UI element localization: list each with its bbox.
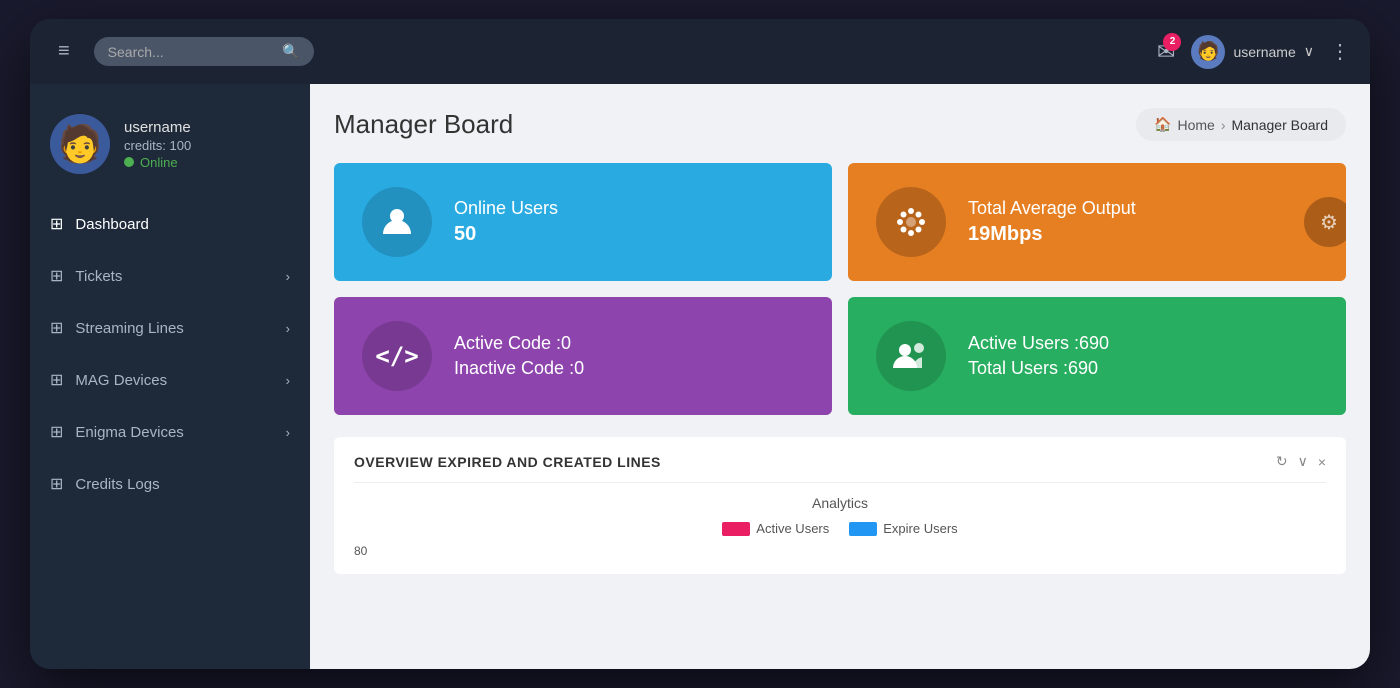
stat-value: Total Users :690 (968, 358, 1109, 379)
user-details: username credits: 100 Online (124, 119, 191, 170)
refresh-button[interactable]: ↻ (1276, 453, 1288, 470)
chevron-down-icon: ∨ (1304, 43, 1314, 60)
more-options-icon[interactable]: ⋮ (1330, 39, 1350, 64)
overview-header: OVERVIEW EXPIRED AND CREATED LINES ↻ ∨ × (354, 453, 1326, 483)
analytics-title: Analytics (354, 495, 1326, 511)
sidebar-item-tickets[interactable]: ⊞ Tickets › (30, 250, 310, 302)
overview-section: OVERVIEW EXPIRED AND CREATED LINES ↻ ∨ ×… (334, 437, 1346, 574)
stat-card-codes: </> Active Code :0 Inactive Code :0 (334, 297, 832, 415)
overview-actions: ↻ ∨ × (1276, 453, 1326, 470)
chart-y-value: 80 (354, 544, 367, 558)
sidebar-item-label: Dashboard (75, 216, 148, 233)
streaming-lines-icon: ⊞ (50, 318, 63, 338)
collapse-button[interactable]: ∨ (1298, 453, 1308, 470)
breadcrumb: 🏠 Home › Manager Board (1136, 108, 1346, 141)
username-label: username (1233, 44, 1295, 60)
settings-icon (893, 204, 929, 240)
dashboard-icon: ⊞ (50, 214, 63, 234)
page-title: Manager Board (334, 109, 513, 140)
stat-value: Inactive Code :0 (454, 358, 584, 379)
status-dot (124, 157, 134, 167)
status-label: Online (140, 155, 178, 170)
stat-card-users: Active Users :690 Total Users :690 (848, 297, 1346, 415)
legend-label-active: Active Users (756, 521, 829, 536)
output-icon-circle (876, 187, 946, 257)
chevron-right-icon: › (286, 321, 290, 336)
chevron-right-icon: › (286, 425, 290, 440)
tickets-icon: ⊞ (50, 266, 63, 286)
chevron-right-icon: › (286, 269, 290, 284)
stat-label: Total Average Output (968, 198, 1136, 219)
user-profile-button[interactable]: 🧑 username ∨ (1191, 35, 1314, 69)
group-icon (891, 338, 931, 374)
stat-label: Active Users :690 (968, 333, 1109, 354)
main-layout: 🧑 username credits: 100 Online ⊞ Dashboa… (30, 84, 1370, 669)
device-frame: ≡ 🔍 ✉ 2 🧑 username ∨ ⋮ 🧑 username (30, 19, 1370, 669)
sidebar-item-mag-devices[interactable]: ⊞ MAG Devices › (30, 354, 310, 406)
legend-label-expire: Expire Users (883, 521, 957, 536)
code-icon-circle: </> (362, 321, 432, 391)
stat-label: Active Code :0 (454, 333, 584, 354)
sidebar-item-streaming-lines[interactable]: ⊞ Streaming Lines › (30, 302, 310, 354)
stat-label: Online Users (454, 198, 558, 219)
legend-swatch-pink (722, 522, 750, 536)
sidebar-item-label: Credits Logs (75, 476, 159, 493)
content-area: Manager Board 🏠 Home › Manager Board (310, 84, 1370, 669)
breadcrumb-home: Home (1177, 117, 1214, 133)
user-status: Online (124, 155, 191, 170)
legend-swatch-blue (849, 522, 877, 536)
avatar: 🧑 (50, 114, 110, 174)
credits-logs-icon: ⊞ (50, 474, 63, 494)
sidebar-item-label: Tickets (75, 268, 122, 285)
chart-legend: Active Users Expire Users (354, 521, 1326, 536)
stat-card-total-output: Total Average Output 19Mbps ⚙ (848, 163, 1346, 281)
overview-title: OVERVIEW EXPIRED AND CREATED LINES (354, 454, 661, 470)
users-icon-circle (876, 321, 946, 391)
stat-value: 50 (454, 223, 558, 246)
stat-info-output: Total Average Output 19Mbps (968, 198, 1136, 246)
mag-devices-icon: ⊞ (50, 370, 63, 390)
sidebar-item-enigma-devices[interactable]: ⊞ Enigma Devices › (30, 406, 310, 458)
sidebar: 🧑 username credits: 100 Online ⊞ Dashboa… (30, 84, 310, 669)
stats-grid: Online Users 50 (334, 163, 1346, 415)
sidebar-item-label: Streaming Lines (75, 320, 183, 337)
stat-info-users: Active Users :690 Total Users :690 (968, 333, 1109, 379)
sidebar-item-credits-logs[interactable]: ⊞ Credits Logs (30, 458, 310, 510)
notification-badge: 2 (1163, 33, 1181, 51)
top-bar-right: ✉ 2 🧑 username ∨ ⋮ (1157, 35, 1350, 69)
legend-item-active: Active Users (722, 521, 829, 536)
chevron-right-icon: › (286, 373, 290, 388)
hamburger-button[interactable]: ≡ (50, 36, 78, 67)
sidebar-nav: ⊞ Dashboard ⊞ Tickets › ⊞ Streaming Line… (30, 198, 310, 510)
sidebar-item-label: MAG Devices (75, 372, 167, 389)
page-header: Manager Board 🏠 Home › Manager Board (334, 108, 1346, 141)
avatar-top: 🧑 (1191, 35, 1225, 69)
analytics-container: Analytics Active Users Expire Users 80 (354, 495, 1326, 558)
sidebar-item-dashboard[interactable]: ⊞ Dashboard (30, 198, 310, 250)
close-button[interactable]: × (1318, 453, 1326, 470)
search-bar: 🔍 (94, 37, 314, 66)
top-bar: ≡ 🔍 ✉ 2 🧑 username ∨ ⋮ (30, 19, 1370, 84)
home-icon: 🏠 (1154, 116, 1171, 133)
legend-item-expire: Expire Users (849, 521, 957, 536)
search-icon: 🔍 (282, 43, 299, 60)
search-input[interactable] (108, 44, 275, 60)
stat-card-online-users: Online Users 50 (334, 163, 832, 281)
user-icon (379, 204, 415, 240)
online-users-icon-circle (362, 187, 432, 257)
enigma-devices-icon: ⊞ (50, 422, 63, 442)
sidebar-username: username (124, 119, 191, 136)
notification-button[interactable]: ✉ 2 (1157, 39, 1175, 65)
breadcrumb-separator: › (1221, 117, 1226, 133)
stat-info-online-users: Online Users 50 (454, 198, 558, 246)
sidebar-user-info: 🧑 username credits: 100 Online (30, 104, 310, 198)
chart-axis: 80 (354, 544, 1326, 558)
stat-value: 19Mbps (968, 223, 1136, 246)
sidebar-item-label: Enigma Devices (75, 424, 183, 441)
sidebar-credits: credits: 100 (124, 138, 191, 153)
gear-icon: ⚙ (1304, 197, 1346, 247)
stat-info-codes: Active Code :0 Inactive Code :0 (454, 333, 584, 379)
code-icon: </> (375, 342, 418, 370)
breadcrumb-current: Manager Board (1231, 117, 1328, 133)
